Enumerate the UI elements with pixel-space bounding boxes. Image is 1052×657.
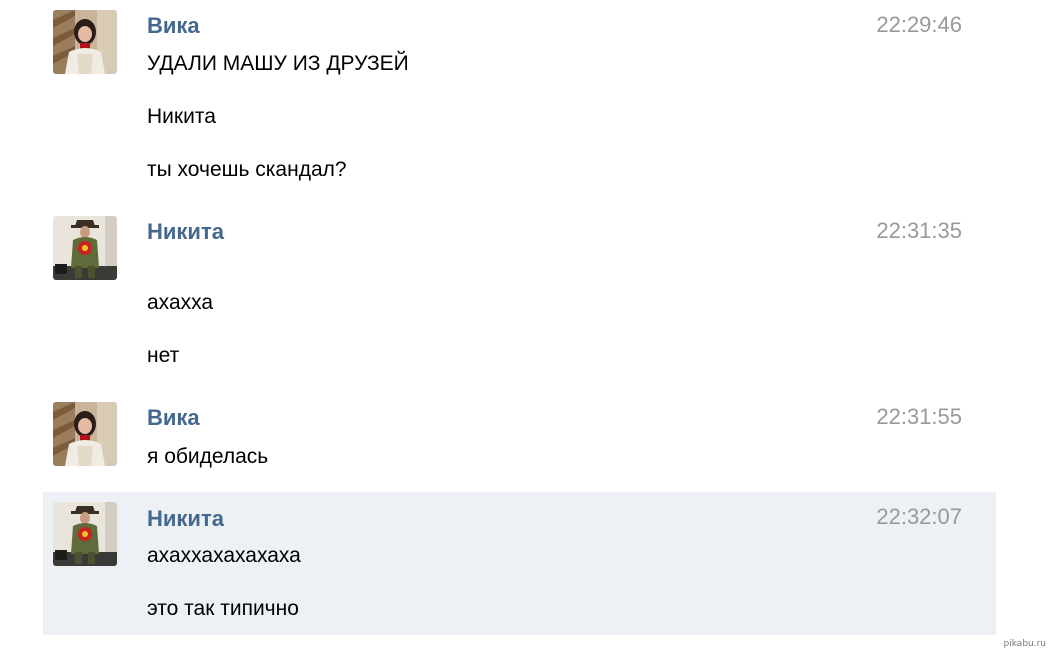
message-time[interactable]: 22:31:35 <box>876 218 962 244</box>
avatar-vika-image <box>53 402 117 466</box>
avatar-nikita-image <box>53 502 117 566</box>
message-item: Вика 22:29:46 УДАЛИ МАШУ ИЗ ДРУЗЕЙ Никит… <box>43 0 996 200</box>
message-time[interactable]: 22:29:46 <box>876 12 962 38</box>
avatar[interactable] <box>53 502 117 566</box>
avatar[interactable] <box>53 10 117 74</box>
message-text: ахахха <box>147 291 214 314</box>
message-text: это так типично <box>147 597 299 620</box>
message-text: ахаххахахахаха <box>147 544 301 567</box>
message-time[interactable]: 22:32:07 <box>876 504 962 530</box>
avatar-nikita-image <box>53 216 117 280</box>
author-name[interactable]: Вика <box>147 13 200 39</box>
message-text: нет <box>147 344 180 367</box>
avatar[interactable] <box>53 402 117 466</box>
author-name[interactable]: Никита <box>147 506 224 532</box>
avatar-vika-image <box>53 10 117 74</box>
message-text: УДАЛИ МАШУ ИЗ ДРУЗЕЙ <box>147 52 409 75</box>
author-name[interactable]: Никита <box>147 219 224 245</box>
message-item: Никита 22:31:35 ахахха нет <box>43 205 996 395</box>
dialog-history: Вика 22:29:46 УДАЛИ МАШУ ИЗ ДРУЗЕЙ Никит… <box>0 0 1052 657</box>
avatar[interactable] <box>53 216 117 280</box>
message-text: ты хочешь скандал? <box>147 158 347 181</box>
message-text: Никита <box>147 105 216 128</box>
message-item-highlighted: Никита 22:32:07 ахаххахахахаха это так т… <box>43 492 996 635</box>
watermark: pikabu.ru <box>1003 639 1046 649</box>
message-text: я обиделась <box>147 445 269 468</box>
message-time[interactable]: 22:31:55 <box>876 404 962 430</box>
message-item: Вика 22:31:55 я обиделась <box>43 395 996 490</box>
author-name[interactable]: Вика <box>147 405 200 431</box>
